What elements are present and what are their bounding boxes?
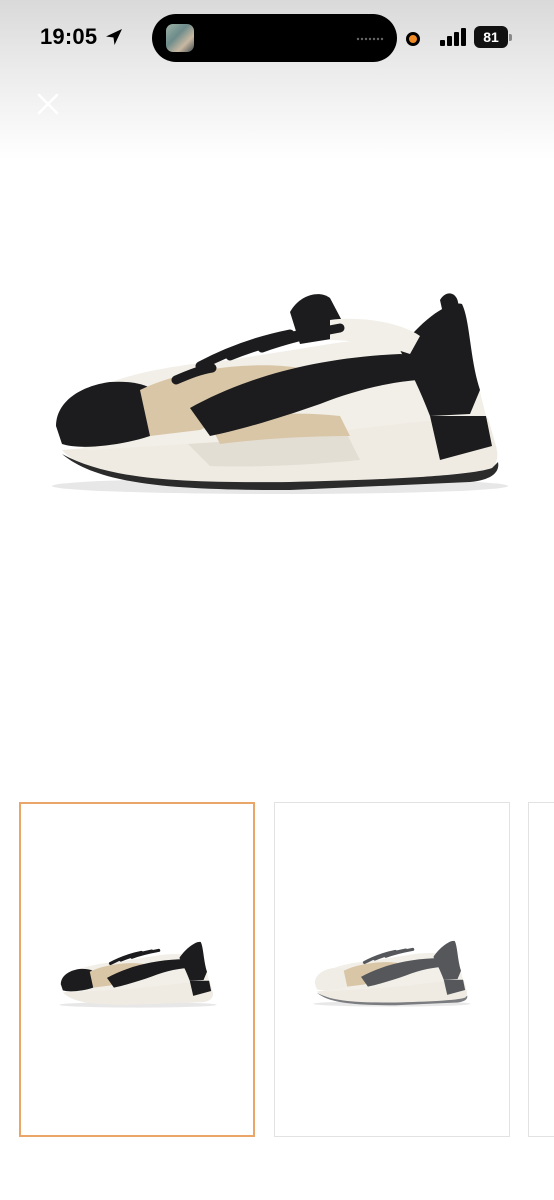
status-time: 19:05 [40, 24, 98, 49]
battery-icon: 81 [474, 26, 512, 48]
dynamic-island[interactable] [152, 14, 397, 62]
close-button[interactable] [30, 86, 66, 122]
battery-level: 81 [483, 29, 499, 45]
sneaker-illustration [52, 293, 508, 494]
thumbnail-1-selected[interactable] [19, 802, 255, 1137]
sneaker-thumbnail-black [59, 941, 217, 1008]
waveform-icon [356, 37, 384, 41]
thumbnail-strip[interactable] [0, 802, 554, 1140]
product-main-image[interactable] [0, 240, 554, 530]
island-avatar [166, 24, 194, 52]
close-icon [37, 93, 59, 115]
battery-cap [509, 34, 512, 41]
sneaker-thumbnail-grey [313, 940, 471, 1007]
recording-indicator-dot [406, 32, 420, 46]
thumbnail-3[interactable] [528, 802, 554, 1137]
location-arrow-icon [106, 29, 122, 45]
status-bar: 19:05 81 [0, 0, 554, 76]
thumbnail-2[interactable] [274, 802, 510, 1137]
sneaker-thumbnail-partial [545, 919, 554, 1019]
cellular-signal-icon [440, 28, 466, 46]
